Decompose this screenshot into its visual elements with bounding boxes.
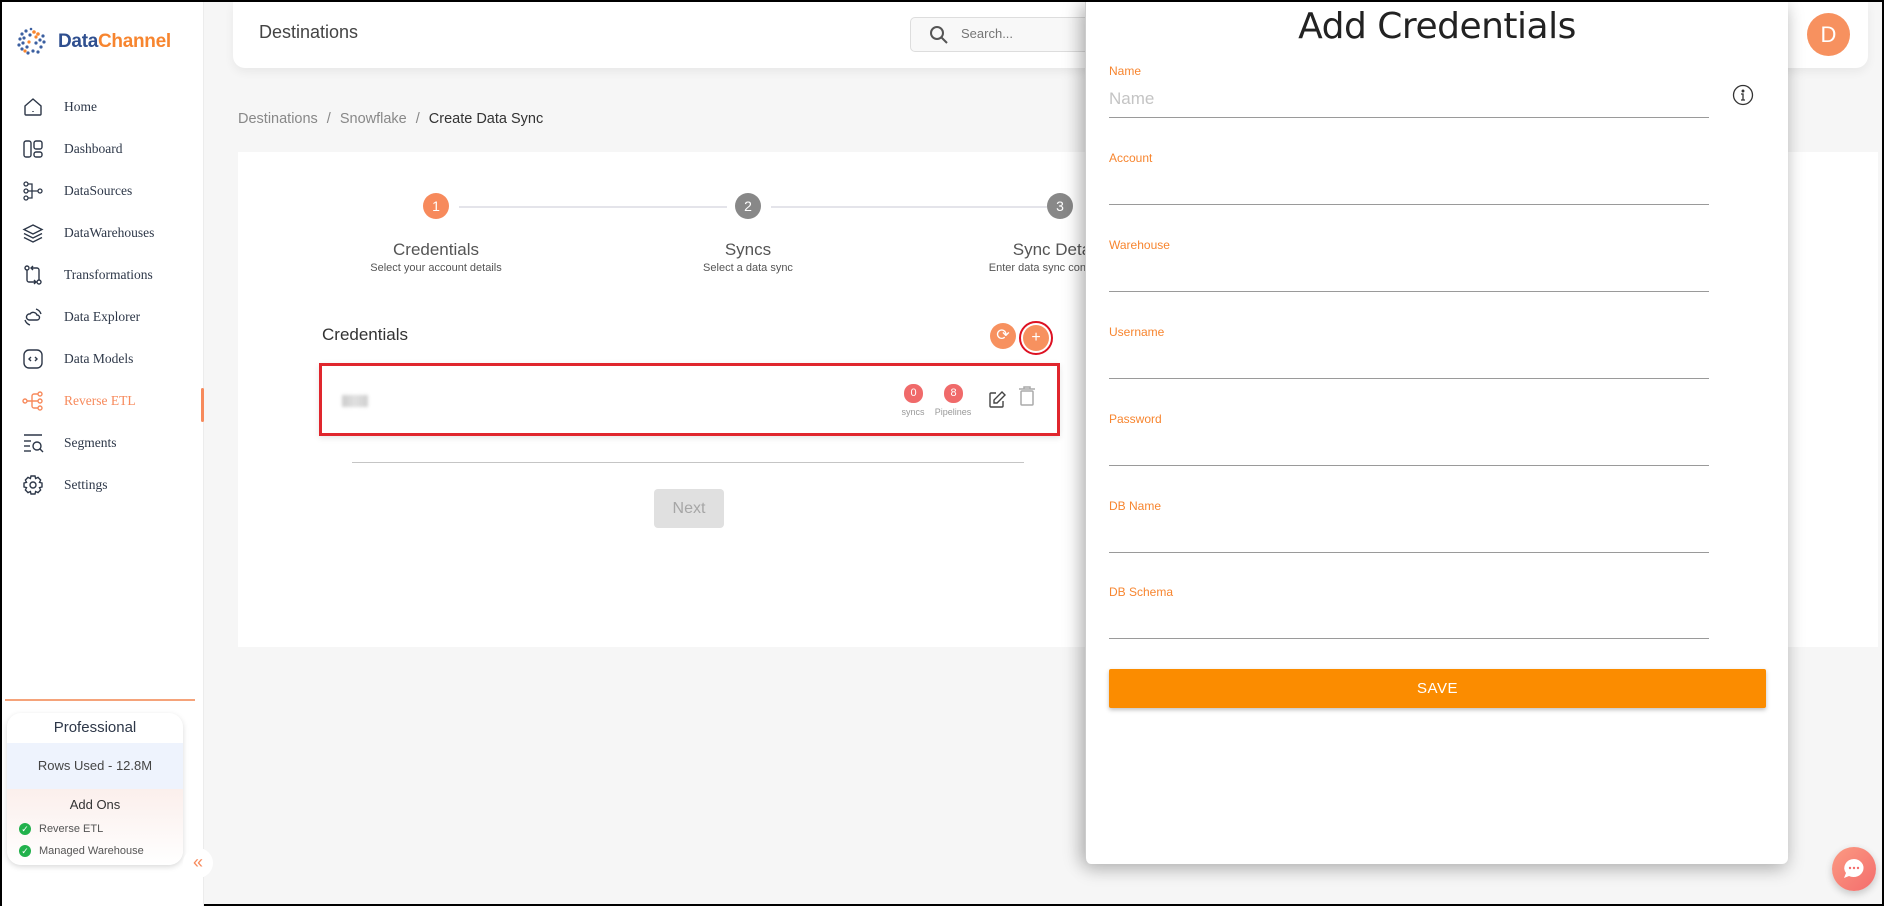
datasources-icon	[22, 180, 44, 202]
breadcrumb-destinations[interactable]: Destinations	[238, 111, 318, 127]
sidebar-item-datasources[interactable]: DataSources	[2, 170, 204, 212]
sidebar-item-settings[interactable]: Settings	[2, 464, 204, 506]
page-title: Destinations	[259, 22, 359, 42]
account-input[interactable]	[1109, 167, 1709, 205]
pipelines-label: Pipelines	[934, 407, 972, 417]
sidebar-item-data-models[interactable]: Data Models	[2, 338, 204, 380]
account-label: Account	[1109, 151, 1153, 165]
db-name-input[interactable]	[1109, 515, 1709, 553]
sidebar-item-home[interactable]: Home	[2, 86, 204, 128]
breadcrumb: Destinations / Snowflake / Create Data Sync	[238, 111, 544, 127]
gear-icon	[22, 474, 44, 496]
sidebar-item-dashboard[interactable]: Dashboard	[2, 128, 204, 170]
home-icon	[22, 96, 44, 118]
plan-name: Professional	[53, 719, 137, 736]
syncs-count-badge: 0	[904, 384, 923, 403]
addons-section: Add Ons ✓ Reverse ETL ✓ Managed Warehouse	[7, 789, 183, 865]
sidebar: DataChannel Home Dashboard DataSources D…	[2, 2, 204, 906]
credential-name-redacted	[342, 395, 368, 407]
step-3-indicator: 3	[1047, 193, 1073, 219]
edit-icon[interactable]	[987, 390, 1007, 410]
code-icon	[22, 348, 44, 370]
logo[interactable]: DataChannel	[14, 24, 171, 60]
reverse-etl-icon	[22, 390, 44, 412]
refresh-icon: ⟳	[996, 327, 1010, 344]
sidebar-nav: Home Dashboard DataSources DataWarehouse…	[2, 86, 204, 506]
db-name-field: DB Name	[1109, 499, 1709, 553]
username-label: Username	[1109, 325, 1165, 339]
check-icon: ✓	[19, 845, 31, 857]
breadcrumb-current: Create Data Sync	[428, 111, 544, 127]
password-field: Password	[1109, 412, 1709, 466]
name-label: Name	[1109, 64, 1142, 78]
sidebar-item-datawarehouses[interactable]: DataWarehouses	[2, 212, 204, 254]
step-connector	[771, 206, 1047, 208]
pipelines-count-badge: 8	[944, 384, 963, 403]
segments-icon	[22, 432, 44, 454]
search-icon	[930, 26, 948, 44]
plus-icon: +	[1031, 329, 1041, 346]
chat-bubble-icon	[1844, 859, 1864, 878]
breadcrumb-snowflake[interactable]: Snowflake	[340, 111, 407, 127]
warehouse-field: Warehouse	[1109, 238, 1709, 292]
layers-icon	[22, 222, 44, 244]
user-avatar[interactable]: D	[1807, 13, 1850, 56]
add-credential-button[interactable]: +	[1023, 325, 1049, 351]
sidebar-item-reverse-etl[interactable]: Reverse ETL	[2, 380, 204, 422]
delete-icon[interactable]	[1018, 385, 1036, 407]
db-schema-label: DB Schema	[1109, 585, 1174, 599]
double-chevron-left-icon: «	[192, 852, 203, 872]
logo-text: DataChannel	[58, 31, 171, 52]
sidebar-item-transformations[interactable]: Transformations	[2, 254, 204, 296]
sidebar-item-segments[interactable]: Segments	[2, 422, 204, 464]
addon-item: ✓ Managed Warehouse	[7, 840, 183, 862]
add-credentials-panel: Add Credentials Name Account Warehouse U…	[1085, 2, 1788, 864]
syncs-label: syncs	[901, 407, 925, 417]
plan-card: Professional Rows Used - 12.8M Add Ons ✓…	[7, 713, 183, 865]
collapse-sidebar-button[interactable]: «	[183, 848, 213, 878]
search-box[interactable]	[910, 17, 1090, 52]
section-divider	[352, 462, 1024, 463]
rows-used: Rows Used - 12.8M	[7, 743, 183, 789]
credential-row[interactable]: 0 syncs 8 Pipelines	[319, 363, 1060, 436]
refresh-credentials-button[interactable]: ⟳	[990, 323, 1016, 349]
search-input[interactable]	[961, 26, 1081, 41]
transform-icon	[22, 264, 44, 286]
step-connector	[459, 206, 727, 208]
warehouse-input[interactable]	[1109, 254, 1709, 292]
name-input[interactable]	[1109, 80, 1709, 118]
warehouse-label: Warehouse	[1109, 238, 1170, 252]
username-input[interactable]	[1109, 341, 1709, 379]
save-button[interactable]: SAVE	[1109, 669, 1766, 708]
step-1-title: Credentials	[393, 240, 479, 259]
explorer-icon	[22, 306, 44, 328]
db-name-label: DB Name	[1109, 499, 1162, 513]
datachannel-logo-icon	[17, 27, 46, 55]
step-1-subtitle: Select your account details	[370, 262, 502, 274]
step-2-indicator: 2	[735, 193, 761, 219]
account-field: Account	[1109, 151, 1709, 205]
username-field: Username	[1109, 325, 1709, 379]
sidebar-item-data-explorer[interactable]: Data Explorer	[2, 296, 204, 338]
chat-support-button[interactable]	[1832, 847, 1876, 891]
sidebar-divider	[5, 699, 195, 701]
db-schema-field: DB Schema	[1109, 585, 1709, 639]
db-schema-input[interactable]	[1109, 601, 1709, 639]
dashboard-icon	[22, 138, 44, 160]
password-input[interactable]	[1109, 428, 1709, 466]
credentials-heading: Credentials	[322, 325, 408, 344]
next-button[interactable]: Next	[654, 489, 724, 528]
step-2-subtitle: Select a data sync	[703, 262, 793, 274]
step-1-indicator: 1	[423, 193, 449, 219]
check-icon: ✓	[19, 823, 31, 835]
info-icon[interactable]	[1732, 84, 1754, 106]
step-2-title: Syncs	[724, 240, 772, 259]
panel-title: Add Credentials	[1298, 6, 1576, 47]
addons-title: Add Ons	[69, 797, 121, 812]
password-label: Password	[1109, 412, 1162, 426]
addon-item: ✓ Reverse ETL	[7, 818, 183, 840]
name-field: Name	[1109, 64, 1709, 118]
